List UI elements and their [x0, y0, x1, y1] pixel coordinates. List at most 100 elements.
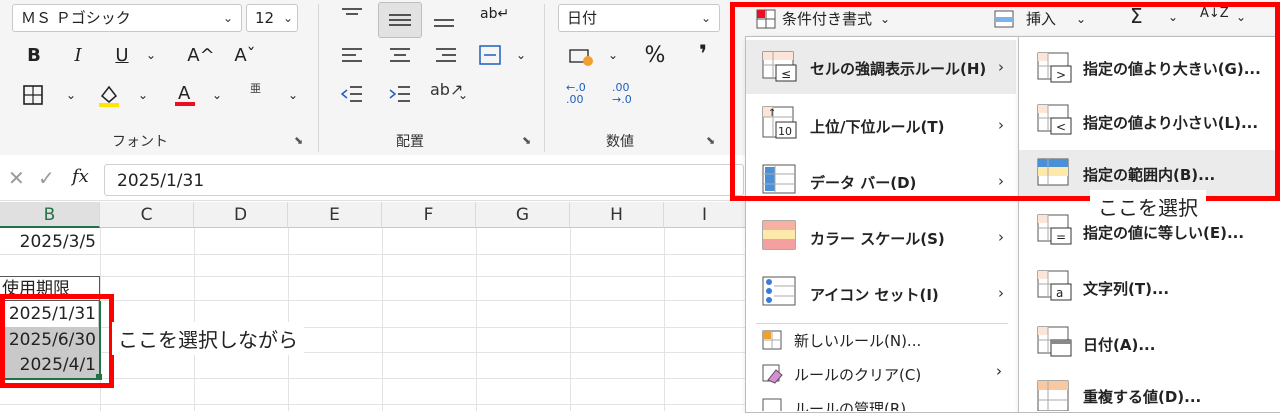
align-right-icon[interactable] — [434, 46, 458, 66]
color-scales-icon — [762, 220, 800, 252]
annotation-select-here: ここを選択 — [1090, 190, 1206, 223]
decrease-indent-icon[interactable] — [340, 84, 364, 104]
submenu-item-date[interactable]: 日付(A)... — [1019, 322, 1279, 364]
font-name-dropdown[interactable]: ＭＳ Ｐゴシック ⌄ — [12, 4, 242, 32]
submenu-item-text-contains[interactable]: a 文字列(T)... — [1019, 266, 1279, 308]
dialog-launcher-icon[interactable]: ⬊ — [294, 134, 303, 147]
chevron-down-icon: ⌄ — [282, 11, 293, 25]
chevron-right-icon: › — [998, 228, 1004, 246]
column-header-g[interactable]: G — [476, 202, 570, 228]
menu-item-clear-rules[interactable]: ルールのクリア(C) › — [746, 360, 1016, 390]
formula-input[interactable]: 2025/1/31 — [104, 164, 744, 196]
chevron-down-icon[interactable]: ⌄ — [212, 88, 222, 102]
gridline — [476, 228, 477, 411]
chevron-down-icon[interactable]: ⌄ — [458, 88, 468, 102]
submenu-item-label: 文字列(T)... — [1083, 280, 1170, 298]
align-center-icon[interactable] — [388, 46, 412, 66]
menu-item-color-scales[interactable]: カラー スケール(S) › — [746, 210, 1016, 264]
chevron-down-icon[interactable]: ⌄ — [146, 48, 156, 62]
separator — [544, 4, 545, 152]
chevron-down-icon: ⌄ — [700, 11, 711, 25]
increase-indent-icon[interactable] — [388, 84, 412, 104]
submenu-item-label: 重複する値(D)... — [1083, 388, 1202, 406]
wrap-text-icon[interactable]: ab↵ — [480, 6, 509, 22]
percent-button[interactable]: % — [640, 42, 670, 70]
merge-center-icon[interactable] — [478, 44, 502, 66]
dialog-launcher-icon[interactable]: ⬊ — [706, 134, 715, 147]
menu-item-label: 新しいルール(N)... — [794, 332, 922, 350]
gridline — [0, 254, 746, 255]
borders-icon[interactable] — [22, 84, 44, 106]
comma-style-button[interactable]: ❜ — [690, 40, 716, 68]
chevron-right-icon: › — [996, 362, 1002, 380]
menu-item-new-rule[interactable]: 新しいルール(N)... — [746, 326, 1016, 356]
chevron-down-icon: ⌄ — [222, 11, 233, 25]
dialog-launcher-icon[interactable]: ⬊ — [522, 134, 531, 147]
eraser-icon — [762, 364, 784, 384]
fill-color-icon[interactable] — [96, 82, 122, 108]
accounting-format-icon[interactable] — [568, 46, 594, 68]
menu-item-icon-sets[interactable]: アイコン セット(I) › — [746, 266, 1016, 320]
icon-sets-icon — [762, 276, 800, 308]
equal-to-icon: = — [1037, 214, 1073, 246]
chevron-down-icon[interactable]: ⌄ — [66, 88, 76, 102]
menu-item-manage-rules[interactable]: ルールの管理(R)... — [746, 394, 1016, 411]
chevron-down-icon[interactable]: ⌄ — [516, 48, 526, 62]
chevron-down-icon[interactable]: ⌄ — [608, 48, 618, 62]
enter-icon[interactable]: ✓ — [38, 166, 55, 190]
column-header-h[interactable]: H — [570, 202, 664, 228]
decrease-decimal-icon[interactable]: .00 →.0 — [612, 82, 632, 106]
cancel-icon[interactable]: ✕ — [8, 166, 25, 190]
svg-text:=: = — [1056, 230, 1066, 244]
italic-button[interactable]: I — [64, 42, 92, 70]
align-top-icon[interactable] — [340, 6, 364, 26]
underline-button[interactable]: U — [108, 42, 136, 70]
menu-item-label: ルールの管理(R)... — [794, 400, 921, 411]
new-rule-icon — [762, 330, 782, 350]
gridline — [570, 228, 571, 411]
gridline — [288, 228, 289, 411]
phonetic-button[interactable]: 亜 — [250, 80, 261, 96]
column-header-i[interactable]: I — [664, 202, 746, 228]
menu-item-label: ルールのクリア(C) — [794, 366, 922, 384]
svg-text:a: a — [1056, 286, 1063, 300]
bold-button[interactable]: B — [20, 42, 48, 70]
manage-rules-icon — [762, 398, 782, 411]
gridline — [382, 228, 383, 411]
insert-function-button[interactable]: fx — [72, 166, 89, 187]
increase-decimal-icon[interactable]: ←.0.00 — [566, 82, 586, 106]
svg-text:A: A — [178, 83, 191, 104]
chevron-down-icon[interactable]: ⌄ — [288, 88, 298, 102]
align-left-icon[interactable] — [340, 46, 364, 66]
column-header-d[interactable]: D — [194, 202, 288, 228]
chevron-down-icon[interactable]: ⌄ — [138, 88, 148, 102]
column-header-b[interactable]: B — [0, 202, 100, 228]
cell-b-date[interactable]: 2025/3/5 — [0, 228, 100, 256]
gridline — [664, 228, 665, 411]
submenu-item-duplicate[interactable]: 重複する値(D)... — [1019, 376, 1279, 411]
text-contains-icon: a — [1037, 270, 1073, 302]
font-size-value: 12 — [255, 9, 275, 27]
font-color-icon[interactable]: A — [172, 80, 198, 108]
alignment-group-label: 配置 — [396, 134, 424, 150]
submenu-item-label: 指定の値に等しい(E)... — [1083, 224, 1245, 242]
column-header-f[interactable]: F — [382, 202, 476, 228]
annotation-select-while: ここを選択しながら — [112, 322, 304, 355]
submenu-item-label: 日付(A)... — [1083, 336, 1156, 354]
grow-font-button[interactable]: A^ — [184, 42, 218, 70]
duplicate-values-icon — [1037, 380, 1073, 411]
date-occurring-icon — [1037, 326, 1073, 358]
gridline — [0, 276, 746, 277]
number-format-dropdown[interactable]: 日付 ⌄ — [558, 4, 720, 32]
align-bottom-icon[interactable] — [432, 8, 456, 32]
chevron-right-icon: › — [998, 284, 1004, 302]
number-format-value: 日付 — [567, 9, 598, 27]
gridline — [194, 228, 195, 411]
column-header-c[interactable]: C — [100, 202, 194, 228]
align-middle-button[interactable] — [378, 2, 422, 38]
menu-item-label: カラー スケール(S) — [810, 230, 945, 248]
shrink-font-button[interactable]: Aˇ — [228, 42, 262, 70]
column-header-e[interactable]: E — [288, 202, 382, 228]
font-size-dropdown[interactable]: 12 ⌄ — [246, 4, 298, 32]
number-group-label: 数値 — [606, 134, 634, 150]
